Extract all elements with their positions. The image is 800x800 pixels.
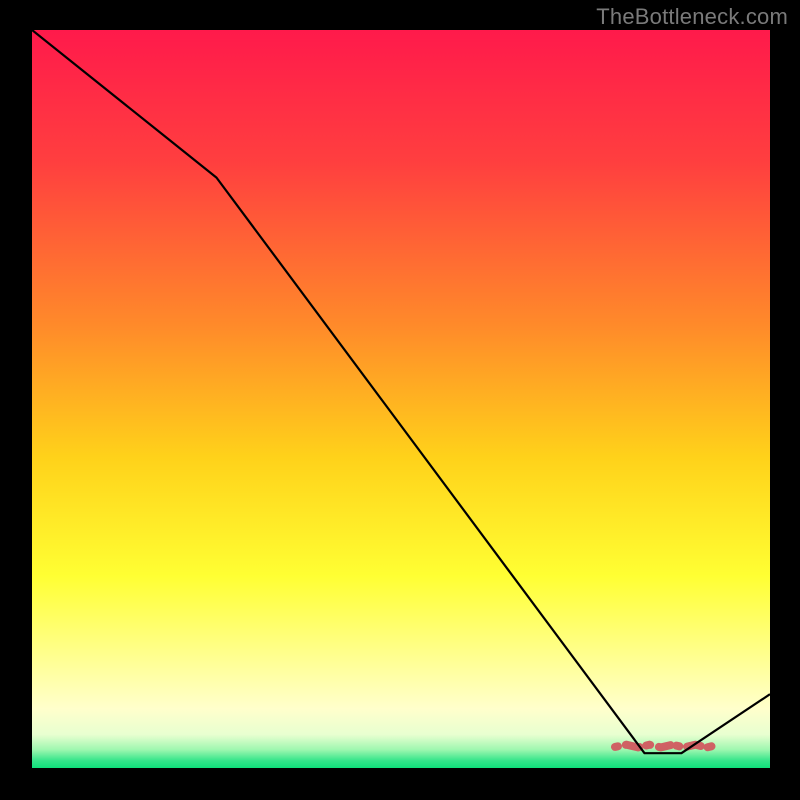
chart-svg — [32, 30, 770, 768]
watermark-text: TheBottleneck.com — [596, 4, 788, 30]
gradient-background — [32, 30, 770, 768]
chart-frame: TheBottleneck.com — [0, 0, 800, 800]
marker-band — [615, 745, 718, 748]
plot-area — [32, 30, 770, 768]
